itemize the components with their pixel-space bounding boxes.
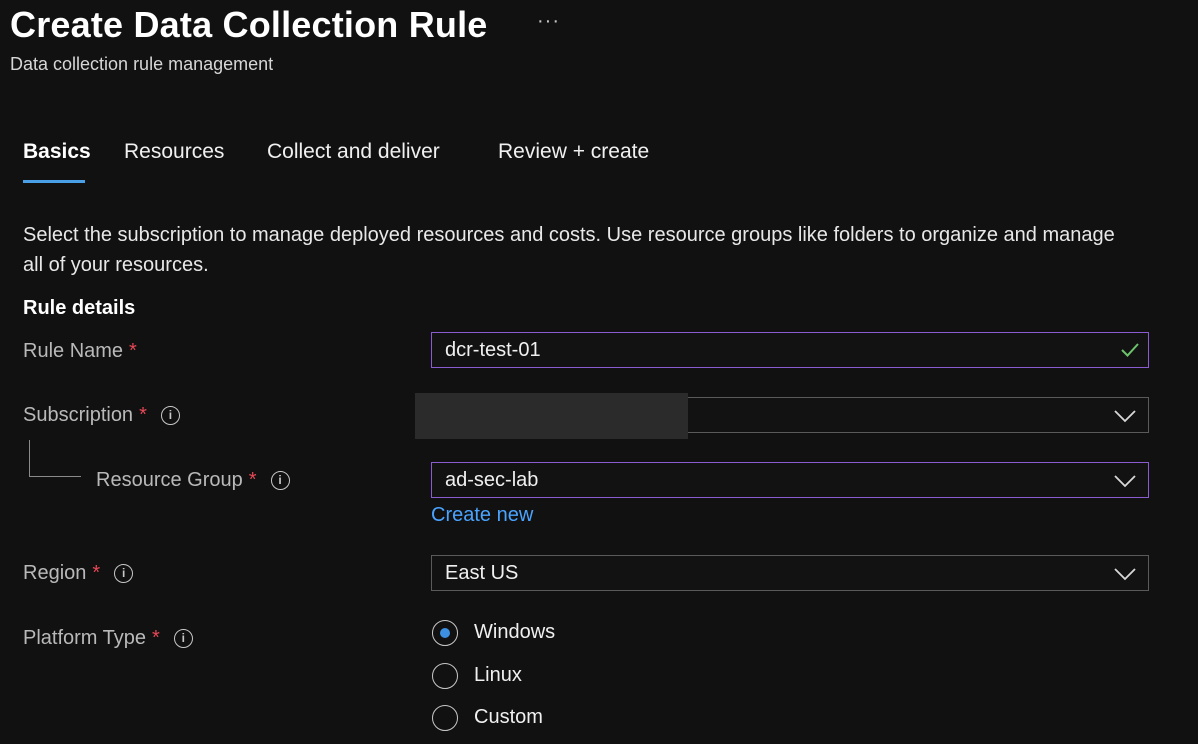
redacted-subscription-block bbox=[415, 393, 688, 439]
info-icon[interactable]: i bbox=[173, 629, 193, 648]
create-dcr-page: Create Data Collection Rule ··· Data col… bbox=[0, 0, 1198, 744]
more-options-icon[interactable]: ··· bbox=[537, 10, 560, 33]
platform-type-label-text: Platform Type bbox=[23, 627, 147, 649]
required-marker: * bbox=[152, 627, 160, 649]
chevron-down-icon bbox=[1114, 410, 1136, 423]
resource-group-dropdown[interactable]: ad-sec-lab bbox=[431, 462, 1149, 498]
tree-connector-vertical bbox=[29, 440, 30, 477]
page-subtitle: Data collection rule management bbox=[10, 54, 274, 74]
region-dropdown[interactable]: East US bbox=[431, 555, 1149, 591]
tab-collect-and-deliver[interactable]: Collect and deliver bbox=[267, 140, 440, 164]
info-icon[interactable]: i bbox=[270, 471, 290, 490]
resource-group-value: ad-sec-lab bbox=[445, 469, 539, 491]
rule-name-input[interactable]: dcr-test-01 bbox=[431, 332, 1149, 368]
tree-connector-horizontal bbox=[29, 476, 81, 477]
radio-button[interactable] bbox=[432, 705, 458, 731]
radio-button[interactable] bbox=[432, 663, 458, 689]
tab-review-create[interactable]: Review + create bbox=[498, 140, 649, 164]
tab-basics[interactable]: Basics bbox=[23, 140, 91, 164]
chevron-down-icon bbox=[1114, 568, 1136, 581]
required-marker: * bbox=[92, 562, 101, 584]
section-title-rule-details: Rule details bbox=[23, 297, 136, 319]
radio-selected-dot bbox=[439, 627, 450, 638]
resource-group-label-text: Resource Group bbox=[96, 469, 243, 491]
radio-label-windows: Windows bbox=[474, 621, 556, 643]
radio-button-selected[interactable] bbox=[432, 620, 458, 646]
intro-text: Select the subscription to manage deploy… bbox=[23, 224, 1115, 276]
required-marker: * bbox=[129, 340, 137, 362]
rule-name-label-text: Rule Name bbox=[23, 340, 124, 362]
rule-name-value: dcr-test-01 bbox=[445, 339, 541, 361]
region-label: Region * i bbox=[23, 562, 134, 585]
platform-type-label: Platform Type * i bbox=[23, 627, 193, 650]
region-label-text: Region bbox=[23, 562, 87, 584]
subscription-label: Subscription * i bbox=[23, 404, 180, 427]
info-icon[interactable]: i bbox=[114, 564, 134, 583]
tab-resources[interactable]: Resources bbox=[124, 140, 224, 164]
chevron-down-icon bbox=[1114, 475, 1136, 488]
active-tab-indicator bbox=[23, 180, 85, 183]
valid-check-icon bbox=[1121, 343, 1139, 357]
required-marker: * bbox=[248, 469, 257, 491]
create-new-link[interactable]: Create new bbox=[431, 504, 533, 527]
radio-label-linux: Linux bbox=[474, 664, 522, 686]
radio-label-custom: Custom bbox=[474, 706, 543, 728]
rule-name-label: Rule Name * bbox=[23, 340, 137, 363]
subscription-label-text: Subscription bbox=[23, 404, 134, 426]
region-value: East US bbox=[445, 562, 519, 584]
page-title: Create Data Collection Rule bbox=[10, 4, 488, 45]
resource-group-label: Resource Group * i bbox=[96, 469, 290, 492]
required-marker: * bbox=[139, 404, 147, 426]
info-icon[interactable]: i bbox=[160, 406, 180, 425]
